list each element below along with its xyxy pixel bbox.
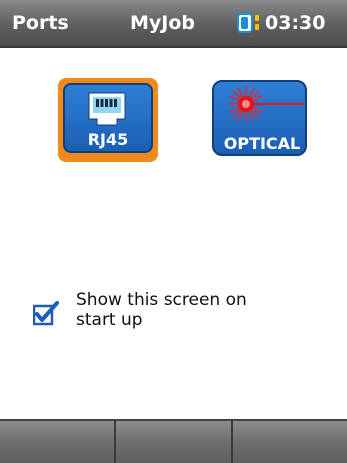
port-selection-screen: Ports MyJob 03:30 RJ45 OPTICAL Show this… (0, 0, 347, 463)
rj45-label: RJ45 (87, 130, 129, 149)
show-on-startup-option[interactable]: Show this screen on start up (33, 290, 316, 340)
softkey-3[interactable] (232, 421, 347, 463)
show-on-startup-line2: start up (76, 310, 143, 330)
ports-tab-label[interactable]: Ports (12, 12, 69, 34)
softkey-2[interactable] (116, 421, 233, 463)
optical-port-button[interactable]: OPTICAL (212, 80, 312, 164)
rj45-port-button[interactable]: RJ45 (58, 78, 158, 162)
clock-time: 03:30 (265, 12, 326, 34)
softkey-bar (0, 419, 347, 463)
softkey-1[interactable] (0, 421, 117, 463)
show-on-startup-checkbox[interactable] (33, 301, 59, 326)
laser-icon (228, 86, 304, 122)
job-name-label[interactable]: MyJob (130, 12, 195, 34)
show-on-startup-label: Show this screen on start up (76, 290, 316, 330)
show-on-startup-line1: Show this screen on (76, 290, 247, 310)
title-bar: Ports MyJob 03:30 (0, 0, 347, 48)
battery-icon (237, 13, 259, 33)
optical-label: OPTICAL (223, 134, 301, 153)
checkmark-icon (33, 301, 59, 326)
